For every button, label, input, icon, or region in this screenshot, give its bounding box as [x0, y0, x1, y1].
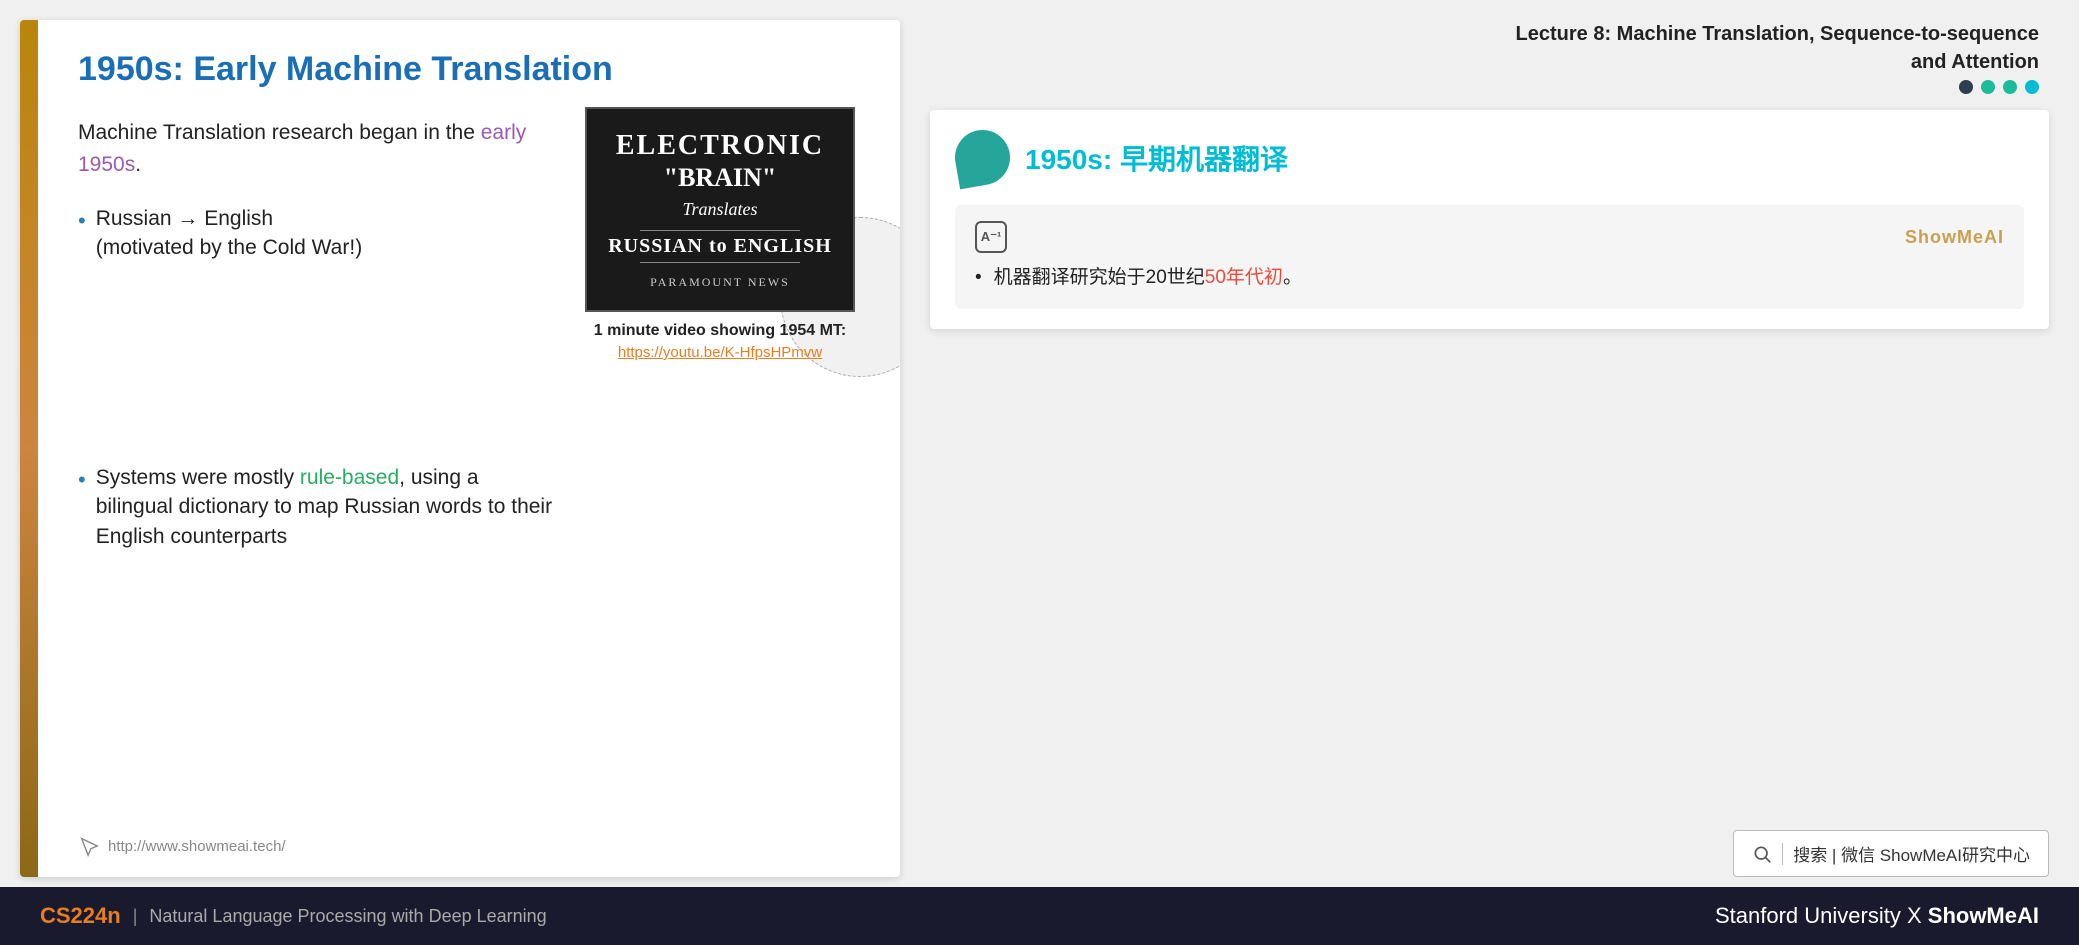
slide-accent-bar — [20, 20, 38, 877]
footer-url-text: http://www.showmeai.tech/ — [108, 838, 286, 855]
video-line1: ELECTRONIC — [616, 129, 824, 163]
footer-course: CS224n — [40, 903, 121, 929]
bullet-list-2: • Systems were mostly rule-based, using … — [78, 463, 560, 551]
footer-url-section: http://www.showmeai.tech/ — [78, 815, 860, 857]
dot-1 — [1959, 80, 1973, 94]
right-slide-card: 1950s: 早期机器翻译 A⁻¹ ShowMeAI • 机器翻译研究始于20世… — [930, 110, 2049, 329]
search-icon — [1752, 844, 1772, 864]
video-line4: RUSSIAN to ENGLISH — [608, 235, 832, 258]
lecture-dots — [930, 80, 2039, 94]
video-line5: PARAMOUNT NEWS — [650, 275, 790, 290]
video-caption: 1 minute video showing 1954 MT: — [594, 322, 847, 340]
teal-shape-icon — [951, 126, 1015, 190]
footer-separator: | — [133, 906, 138, 927]
intro-text-pre: Machine Translation research began in th… — [78, 121, 481, 144]
bullet-item-1: • Russian → English (motivated by the Co… — [78, 204, 560, 263]
right-panel: Lecture 8: Machine Translation, Sequence… — [930, 20, 2049, 877]
dot-3 — [2003, 80, 2017, 94]
video-thumbnail: ELECTRONIC "BRAIN" Translates RUSSIAN to… — [585, 107, 855, 312]
dot-4 — [2025, 80, 2039, 94]
video-section: ELECTRONIC "BRAIN" Translates RUSSIAN to… — [580, 107, 860, 361]
slide-panel: 1950s: Early Machine Translation Machine… — [20, 20, 900, 877]
card-bullet: • 机器翻译研究始于20世纪50年代初。 — [975, 263, 2004, 293]
showmeai-brand-label: ShowMeAI — [1905, 227, 2004, 248]
video-line2: "BRAIN" — [664, 163, 777, 193]
right-slide-title: 1950s: 早期机器翻译 — [1025, 138, 1288, 178]
lecture-title: Lecture 8: Machine Translation, Sequence… — [930, 20, 2039, 76]
intro-paragraph: Machine Translation research began in th… — [78, 117, 560, 180]
bullet-item-2: • Systems were mostly rule-based, using … — [78, 463, 560, 551]
slide-title: 1950s: Early Machine Translation — [78, 50, 860, 89]
footer-left: CS224n | Natural Language Processing wit… — [40, 903, 547, 929]
right-slide-header: 1950s: 早期机器翻译 — [955, 130, 2024, 185]
search-text: 搜索 | 微信 ShowMeAI研究中心 — [1793, 841, 2030, 866]
translation-card: A⁻¹ ShowMeAI • 机器翻译研究始于20世纪50年代初。 — [955, 205, 2024, 309]
search-divider — [1782, 843, 1783, 865]
footer-showmeai: ShowMeAI — [1928, 903, 2039, 928]
highlight-years: 50年代初 — [1205, 267, 1283, 288]
card-bullet-dot: • — [975, 263, 982, 293]
bullet-list: • Russian → English (motivated by the Co… — [78, 204, 560, 263]
video-line3: Translates — [682, 199, 757, 220]
dot-2 — [1981, 80, 1995, 94]
card-text: 机器翻译研究始于20世纪50年代初。 — [994, 263, 1302, 293]
bullet-dot-1: • — [78, 206, 86, 237]
search-bar[interactable]: 搜索 | 微信 ShowMeAI研究中心 — [1733, 830, 2049, 877]
rule-based-highlight: rule-based — [300, 466, 399, 489]
footer-subtitle: Natural Language Processing with Deep Le… — [149, 906, 546, 927]
ai-icon: A⁻¹ — [975, 221, 1007, 253]
intro-text-end: . — [135, 153, 141, 176]
card-header: A⁻¹ ShowMeAI — [975, 221, 2004, 253]
bullet-dot-2: • — [78, 465, 86, 496]
bullet-text-1: Russian → English (motivated by the Cold… — [96, 204, 362, 263]
cursor-icon — [78, 835, 100, 857]
footer-stanford: Stanford University — [1715, 903, 1901, 928]
bullet-text-2: Systems were mostly rule-based, using a … — [96, 463, 560, 551]
video-link[interactable]: https://youtu.be/K-HfpsHPmvw — [618, 344, 822, 361]
footer-right: Stanford University X ShowMeAI — [1715, 903, 2039, 929]
footer: CS224n | Natural Language Processing wit… — [0, 887, 2079, 945]
lecture-header: Lecture 8: Machine Translation, Sequence… — [930, 20, 2049, 94]
card-content: • 机器翻译研究始于20世纪50年代初。 — [975, 263, 2004, 293]
footer-x: X — [1907, 903, 1928, 928]
